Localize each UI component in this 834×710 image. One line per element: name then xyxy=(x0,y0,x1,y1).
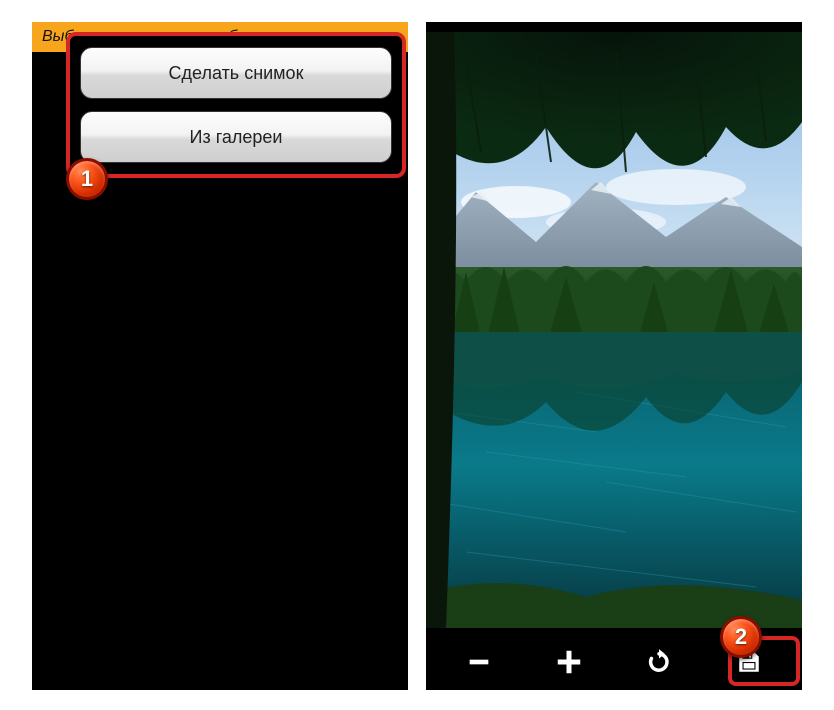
plus-icon xyxy=(554,647,584,677)
photo-preview[interactable] xyxy=(426,32,802,628)
annotation-badge-2: 2 xyxy=(720,616,762,658)
minus-icon xyxy=(465,648,493,676)
take-photo-label: Сделать снимок xyxy=(169,63,304,84)
source-buttons-highlight: Сделать снимок Из галереи xyxy=(66,32,406,178)
zoom-out-button[interactable] xyxy=(451,642,507,682)
from-gallery-label: Из галереи xyxy=(190,127,283,148)
rotate-button[interactable] xyxy=(631,642,687,682)
take-photo-button[interactable]: Сделать снимок xyxy=(80,47,392,99)
annotation-badge-1: 1 xyxy=(66,158,108,200)
right-screen xyxy=(426,22,802,690)
annotation-badge-2-text: 2 xyxy=(735,624,747,650)
landscape-image xyxy=(426,32,802,628)
zoom-in-button[interactable] xyxy=(541,642,597,682)
annotation-badge-1-text: 1 xyxy=(81,166,93,192)
rotate-icon xyxy=(645,648,673,676)
from-gallery-button[interactable]: Из галереи xyxy=(80,111,392,163)
